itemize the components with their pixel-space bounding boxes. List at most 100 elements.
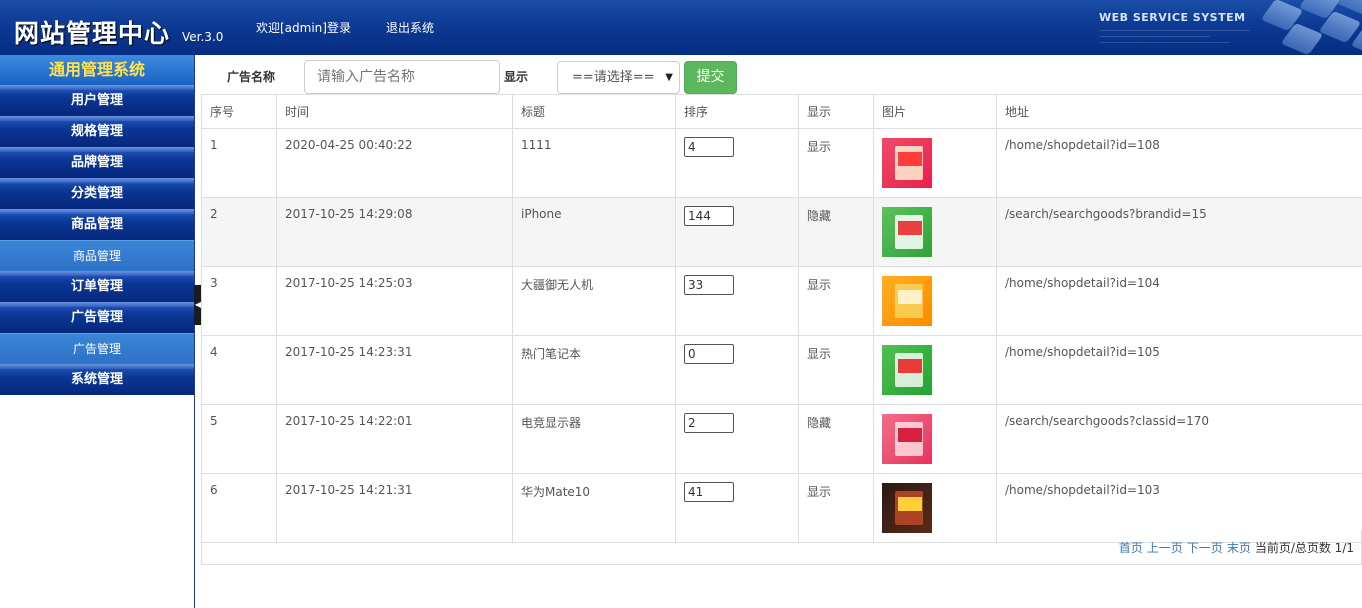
- order-input[interactable]: [684, 206, 734, 226]
- cell-id: 3: [201, 266, 277, 336]
- cell-time: 2017-10-25 14:29:08: [276, 197, 513, 267]
- display-select[interactable]: ==请选择== ▼: [557, 61, 680, 94]
- cell-title: iPhone: [512, 197, 676, 267]
- col-header-order: 排序: [675, 94, 799, 129]
- display-label: 显示: [504, 70, 529, 84]
- ad-thumbnail: [882, 276, 932, 326]
- cell-order: [675, 128, 799, 198]
- cell-time: 2017-10-25 14:25:03: [276, 266, 513, 336]
- table-row: 4 2017-10-25 14:23:31 热门笔记本 显示 /home/sho…: [201, 335, 1362, 405]
- filter-bar: 广告名称 显示 ==请选择== ▼ 提交: [201, 55, 1362, 95]
- pagination: 首页 上一页 下一页 末页 当前页/总页数 1/1: [1119, 539, 1354, 556]
- cell-title: 1111: [512, 128, 676, 198]
- ad-thumbnail: [882, 138, 932, 188]
- cell-id: 5: [201, 404, 277, 474]
- cell-time: 2017-10-25 14:22:01: [276, 404, 513, 474]
- pagination-bar: 首页 上一页 下一页 末页 当前页/总页数 1/1: [201, 530, 1362, 565]
- submit-button[interactable]: 提交: [684, 61, 737, 94]
- display-select-value: ==请选择==: [572, 70, 655, 85]
- cell-url: /home/shopdetail?id=108: [996, 128, 1362, 198]
- cell-image: [873, 335, 997, 405]
- cell-display: 显示: [798, 266, 874, 336]
- sidebar-item-label: 系统管理: [70, 372, 123, 387]
- ad-name-input[interactable]: [304, 60, 500, 94]
- cell-url: /home/shopdetail?id=104: [996, 266, 1362, 336]
- table-row: 1 2020-04-25 00:40:22 1111 显示 /home/shop…: [201, 128, 1362, 198]
- order-input[interactable]: [684, 344, 734, 364]
- cell-id: 1: [201, 128, 277, 198]
- sidebar-item-label: 分类管理: [70, 186, 123, 201]
- cell-title: 大疆御无人机: [512, 266, 676, 336]
- next-page-link[interactable]: 下一页: [1187, 541, 1223, 555]
- cell-display: 显示: [798, 128, 874, 198]
- cell-order: [675, 335, 799, 405]
- cell-id: 4: [201, 335, 277, 405]
- ad-thumbnail: [882, 414, 932, 464]
- version-label: Ver.3.0: [182, 30, 224, 44]
- col-header-image: 图片: [873, 94, 997, 129]
- prev-page-link[interactable]: 上一页: [1147, 541, 1183, 555]
- ad-thumbnail: [882, 483, 932, 533]
- cell-display: 隐藏: [798, 404, 874, 474]
- cell-display: 显示: [798, 335, 874, 405]
- order-input[interactable]: [684, 137, 734, 157]
- cell-order: [675, 266, 799, 336]
- order-input[interactable]: [684, 275, 734, 295]
- page-status: 当前页/总页数 1/1: [1254, 541, 1354, 555]
- cell-title: 热门笔记本: [512, 335, 676, 405]
- cell-image: [873, 197, 997, 267]
- sidebar-item-specs[interactable]: 规格管理: [0, 116, 194, 147]
- ad-thumbnail: [882, 345, 932, 395]
- sidebar-title: 通用管理系统: [0, 55, 194, 85]
- cell-url: /search/searchgoods?brandid=15: [996, 197, 1362, 267]
- cell-time: 2020-04-25 00:40:22: [276, 128, 513, 198]
- decor-line: [1100, 36, 1210, 37]
- sidebar-item-ads[interactable]: 广告管理: [0, 302, 194, 333]
- cell-order: [675, 197, 799, 267]
- welcome-link[interactable]: 欢迎[admin]登录: [256, 19, 351, 36]
- sidebar-item-system[interactable]: 系统管理: [0, 364, 194, 395]
- ad-thumbnail: [882, 207, 932, 257]
- cell-display: 隐藏: [798, 197, 874, 267]
- chevron-down-icon: ▼: [665, 72, 673, 83]
- col-header-time: 时间: [276, 94, 513, 129]
- cell-url: /home/shopdetail?id=105: [996, 335, 1362, 405]
- table-row: 3 2017-10-25 14:25:03 大疆御无人机 显示 /home/sh…: [201, 266, 1362, 336]
- order-input[interactable]: [684, 413, 734, 433]
- order-input[interactable]: [684, 482, 734, 502]
- cell-image: [873, 128, 997, 198]
- logout-link[interactable]: 退出系统: [386, 19, 434, 36]
- cell-time: 2017-10-25 14:23:31: [276, 335, 513, 405]
- sidebar-item-categories[interactable]: 分类管理: [0, 178, 194, 209]
- tagline: WEB SERVICE SYSTEM: [1099, 11, 1246, 24]
- ad-table: 序号 时间 标题 排序 显示 图片 地址 1 2020-04-25 00:40:…: [201, 94, 1362, 543]
- cell-title: 电竞显示器: [512, 404, 676, 474]
- sidebar-item-brands[interactable]: 品牌管理: [0, 147, 194, 178]
- keyboard-decoration: [1255, 0, 1362, 55]
- first-page-link[interactable]: 首页: [1119, 541, 1143, 555]
- cell-url: /search/searchgoods?classid=170: [996, 404, 1362, 474]
- sidebar-item-products[interactable]: 商品管理: [0, 209, 194, 240]
- sidebar-item-users[interactable]: 用户管理: [0, 85, 194, 116]
- col-header-id: 序号: [201, 94, 277, 129]
- col-header-display: 显示: [798, 94, 874, 129]
- sidebar-item-label: 品牌管理: [70, 155, 123, 170]
- last-page-link[interactable]: 末页: [1227, 541, 1251, 555]
- sidebar-item-label: 用户管理: [70, 93, 123, 108]
- cell-order: [675, 404, 799, 474]
- col-header-url: 地址: [996, 94, 1362, 129]
- sidebar-item-label: 规格管理: [70, 124, 123, 139]
- sidebar-subitem-products[interactable]: 商品管理: [0, 240, 194, 271]
- sidebar-subitem-ads[interactable]: 广告管理: [0, 333, 194, 364]
- decor-line: [1100, 30, 1250, 31]
- site-title: 网站管理中心: [14, 19, 171, 48]
- cell-image: [873, 266, 997, 336]
- top-header: 网站管理中心 Ver.3.0 欢迎[admin]登录 退出系统 WEB SERV…: [0, 0, 1362, 55]
- sidebar-item-label: 订单管理: [70, 279, 123, 294]
- table-header-row: 序号 时间 标题 排序 显示 图片 地址: [201, 94, 1362, 129]
- sidebar-item-orders[interactable]: 订单管理: [0, 271, 194, 302]
- table-row: 5 2017-10-25 14:22:01 电竞显示器 隐藏 /search/s…: [201, 404, 1362, 474]
- ad-name-label: 广告名称: [227, 70, 276, 84]
- table-row: 2 2017-10-25 14:29:08 iPhone 隐藏 /search/…: [201, 197, 1362, 267]
- main-content: 广告名称 显示 ==请选择== ▼ 提交 序号 时间 标题 排序 显示 图片 地…: [201, 55, 1362, 608]
